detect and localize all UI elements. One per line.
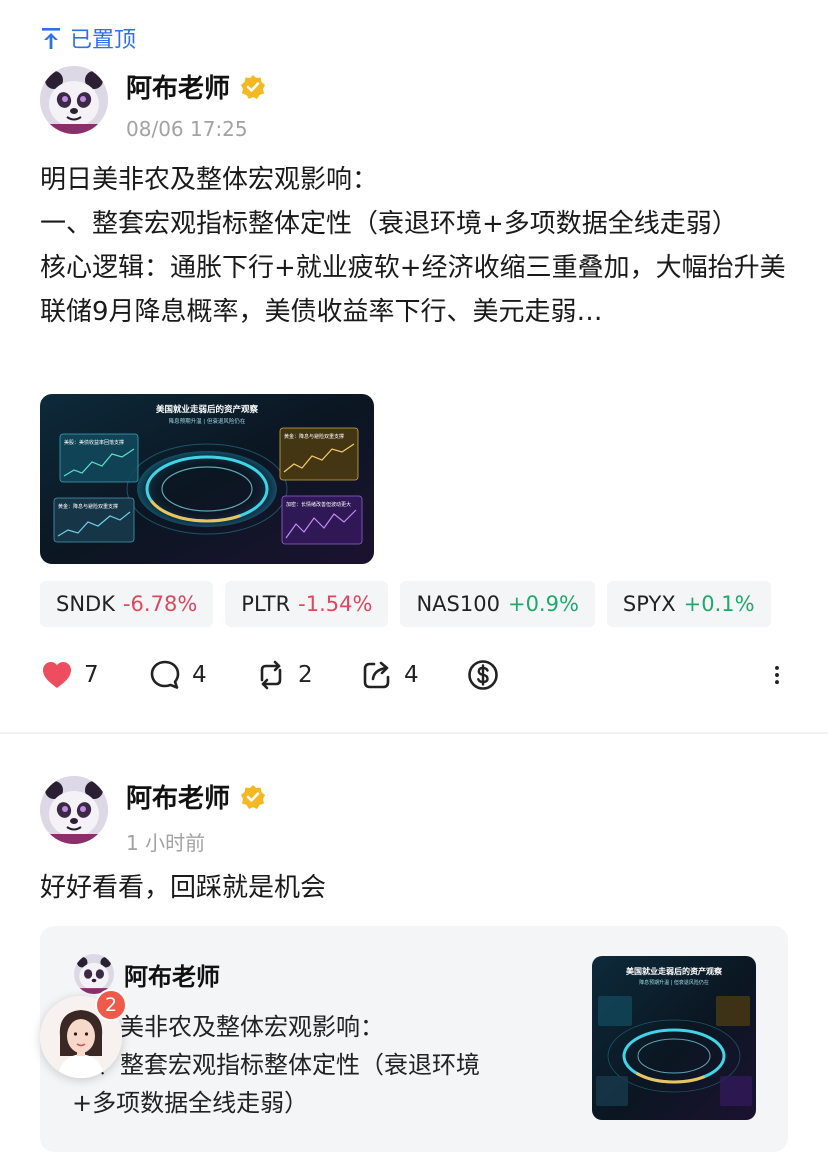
post-image[interactable]: 美国就业走弱后的资产观察 降息预期升温 | 但衰退风险仍在 美股：美债收益率回落… [40,394,374,564]
pinned-text: 已置顶 [70,28,137,53]
quoted-line: 一、整套宏观指标整体定性（衰退环境 [72,1051,480,1079]
quoted-image-title: 美国就业走弱后的资产观察 [626,966,723,976]
ticker-change: +0.9% [507,592,579,616]
action-bar: 7 4 2 4 [40,652,800,698]
image-title: 美国就业走弱后的资产观察 [156,404,259,415]
dollar-coin-icon [468,660,498,690]
quoted-post-card[interactable]: 阿布老师 明日美非农及整体宏观影响： 一、整套宏观指标整体定性（衰退环境 +多项… [40,926,788,1152]
notification-badge: 2 [95,989,127,1021]
more-vertical-icon [775,665,779,685]
verified-badge-icon [241,784,266,809]
comment-count: 4 [192,662,207,688]
quoted-text: 明日美非农及整体宏观影响： 一、整套宏观指标整体定性（衰退环境 +多项数据全线走… [72,1008,572,1122]
quoted-author-avatar [74,954,114,994]
post-time: 08/06 17:25 [126,117,248,141]
pin-top-icon [42,28,60,49]
share-count: 4 [404,662,419,688]
post-line: 一、整套宏观指标整体定性（衰退环境+多项数据全线走弱） [40,209,738,239]
comment-icon [150,660,180,689]
tip-button[interactable] [466,652,500,698]
ticker-change: -1.54% [298,592,373,616]
ticker-chip[interactable]: NAS100 +0.9% [400,581,595,627]
ticker-symbol: PLTR [241,592,291,616]
post-line: 明日美非农及整体宏观影响： [40,165,379,195]
quoted-author-name: 阿布老师 [124,962,220,991]
post-header: 阿布老师 08/06 17:25 [40,66,266,141]
author-name[interactable]: 阿布老师 [126,68,266,105]
quoted-line: +多项数据全线走弱） [72,1089,309,1117]
pinned-label: 已置顶 [40,22,136,54]
image-panel-label: 黄金：降息与避险双重支撑 [58,503,118,510]
post-body[interactable]: 明日美非农及整体宏观影响： 一、整套宏观指标整体定性（衰退环境+多项数据全线走弱… [40,158,800,334]
repost-icon [260,660,282,690]
more-options-button[interactable] [766,652,788,698]
ticker-list: SNDK -6.78% PLTR -1.54% NAS100 +0.9% SPY… [40,581,771,627]
quoted-image-subtitle: 降息预期升温 | 但衰退风险仍在 [639,979,709,986]
ticker-chip[interactable]: SPYX +0.1% [606,581,771,627]
quoted-line: 明日美非农及整体宏观影响： [72,1013,384,1041]
ticker-change: -6.78% [122,592,198,616]
quoted-image: 美国就业走弱后的资产观察 降息预期升温 | 但衰退风险仍在 [592,956,756,1120]
repost-count: 2 [298,662,313,688]
image-panel-label: 美股：美债收益率回落支撑 [64,439,124,446]
ticker-chip[interactable]: PLTR -1.54% [225,581,389,627]
share-button[interactable]: 4 [360,652,419,698]
verified-badge-icon [241,74,266,99]
share-icon [363,661,390,689]
post-divider [0,732,828,734]
ticker-symbol: SPYX [622,592,676,616]
comment-button[interactable]: 4 [148,652,207,698]
author-avatar[interactable] [40,776,108,844]
image-panel-label: 黄金：降息与避险双重支撑 [284,433,344,440]
image-subtitle: 降息预期升温 | 但衰退风险仍在 [169,417,246,425]
ticker-symbol: SNDK [56,592,115,616]
quoted-author: 阿布老师 [74,954,220,994]
like-count: 7 [84,662,99,688]
post-line: 核心逻辑：通胀下行+就业疲软+经济收缩三重叠加，大幅抬升美联储9月降息概率，美债… [40,253,786,327]
post-header: 阿布老师 1 小时前 [40,776,266,856]
image-panel-label: 加密：长情绪改善但波动更大 [286,501,351,508]
author-avatar[interactable] [40,66,108,134]
ticker-symbol: NAS100 [416,592,500,616]
ticker-chip[interactable]: SNDK -6.78% [40,581,214,627]
post-line: 好好看看，回踩就是机会 [40,873,327,903]
post-time: 1 小时前 [126,831,206,855]
ticker-change: +0.1% [683,592,755,616]
post-body[interactable]: 好好看看，回踩就是机会 [40,866,800,910]
like-button[interactable]: 7 [40,652,99,698]
repost-button[interactable]: 2 [254,652,313,698]
author-name[interactable]: 阿布老师 [126,778,266,815]
heart-icon [43,662,71,688]
